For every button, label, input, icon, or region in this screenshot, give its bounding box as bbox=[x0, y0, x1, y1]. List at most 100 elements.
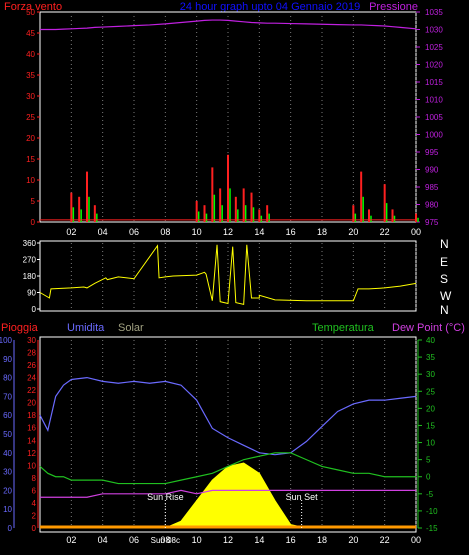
rain-tick-label: 8 bbox=[32, 474, 37, 483]
x-tick-label: 18 bbox=[317, 227, 327, 237]
rain-tick-label: 4 bbox=[32, 499, 37, 508]
legend-solar: Solar bbox=[118, 322, 144, 334]
y2-tick-label: 1005 bbox=[425, 113, 443, 122]
rain-tick-label: 14 bbox=[27, 436, 36, 445]
humidity-tick-label: 50 bbox=[3, 430, 12, 439]
temp-tick-label: 15 bbox=[426, 421, 435, 430]
y2-tick-label: 1025 bbox=[425, 43, 443, 52]
y-tick-label: 270 bbox=[23, 256, 37, 265]
x-tick-label: 22 bbox=[380, 227, 390, 237]
rain-tick-label: 2 bbox=[32, 511, 37, 520]
direction-panel: 090180270360 NESWN bbox=[23, 237, 452, 317]
x-tick-label: 00 bbox=[411, 535, 421, 545]
compass-label: N bbox=[440, 303, 449, 317]
x-tick-label: 04 bbox=[98, 535, 108, 545]
y-tick-label: 360 bbox=[23, 239, 37, 248]
sun-rise-label: Sun Rise bbox=[147, 492, 184, 502]
compass-label: W bbox=[440, 289, 452, 303]
temp-tick-label: -5 bbox=[426, 490, 434, 499]
y-tick-label: 35 bbox=[26, 71, 35, 80]
humidity-tick-label: 60 bbox=[3, 411, 12, 420]
y2-tick-label: 975 bbox=[425, 218, 439, 227]
temp-tick-label: 35 bbox=[426, 353, 435, 362]
x-tick-label: 10 bbox=[192, 227, 202, 237]
y2-tick-label: 1035 bbox=[425, 8, 443, 17]
y-tick-label: 25 bbox=[26, 113, 35, 122]
x-tick-label: 06 bbox=[129, 535, 139, 545]
temp-tick-label: 25 bbox=[426, 387, 435, 396]
humidity-tick-label: 10 bbox=[3, 505, 12, 514]
rain-tick-label: 16 bbox=[27, 424, 36, 433]
temp-tick-label: 30 bbox=[426, 370, 435, 379]
x-tick-label: 00 bbox=[411, 227, 421, 237]
x-tick-label: 10 bbox=[192, 535, 202, 545]
x-tick-label: 18 bbox=[317, 535, 327, 545]
x-tick-label: 08 bbox=[160, 227, 170, 237]
temp-tick-label: -15 bbox=[426, 524, 438, 533]
y-tick-label: 10 bbox=[26, 176, 35, 185]
humidity-tick-label: 80 bbox=[3, 374, 12, 383]
rain-tick-label: 20 bbox=[27, 399, 36, 408]
rain-tick-label: 22 bbox=[27, 386, 36, 395]
x-tick-label: 16 bbox=[286, 535, 296, 545]
bottom-panel: 02 04 06 08 10 12 14 16 18 20 22 000102030405060708… bbox=[0, 336, 438, 545]
rain-tick-label: 0 bbox=[32, 524, 37, 533]
compass-label: S bbox=[440, 272, 448, 286]
x-tick-label: 12 bbox=[223, 227, 233, 237]
y2-tick-label: 1000 bbox=[425, 131, 443, 140]
rain-tick-label: 24 bbox=[27, 374, 36, 383]
rain-tick-label: 12 bbox=[27, 449, 36, 458]
legend-humidity: Umidita bbox=[67, 322, 105, 334]
sun-rise-time-label: Sun 08c bbox=[151, 536, 180, 545]
y-tick-label: 15 bbox=[26, 155, 35, 164]
humidity-tick-label: 0 bbox=[8, 524, 13, 533]
y-tick-label: 20 bbox=[26, 134, 35, 143]
y2-tick-label: 1010 bbox=[425, 96, 443, 105]
humidity-tick-label: 90 bbox=[3, 355, 12, 364]
x-tick-label: 02 bbox=[66, 535, 76, 545]
x-tick-label: 14 bbox=[254, 535, 264, 545]
humidity-tick-label: 100 bbox=[0, 336, 13, 345]
y2-tick-label: 980 bbox=[425, 201, 439, 210]
pressure-axis-label: Pressione bbox=[369, 1, 418, 13]
y-tick-label: 90 bbox=[27, 289, 36, 298]
y-tick-label: 0 bbox=[31, 218, 36, 227]
humidity-tick-label: 30 bbox=[3, 468, 12, 477]
y-tick-label: 30 bbox=[26, 92, 35, 101]
humidity-tick-label: 40 bbox=[3, 449, 12, 458]
y-tick-label: 50 bbox=[26, 8, 35, 17]
y-tick-label: 180 bbox=[23, 272, 37, 281]
x-tick-label: 20 bbox=[348, 535, 358, 545]
x-tick-label: 12 bbox=[223, 535, 233, 545]
rain-tick-label: 10 bbox=[27, 461, 36, 470]
rain-tick-label: 28 bbox=[27, 349, 36, 358]
compass-label: N bbox=[440, 237, 449, 251]
y-tick-label: 5 bbox=[31, 197, 36, 206]
wind-panel: 02 04 06 08 10 12 14 16 18 20 22 000510152025303540… bbox=[26, 8, 443, 237]
legend-temperature: Temperatura bbox=[312, 322, 375, 334]
temp-tick-label: -10 bbox=[426, 507, 438, 516]
temp-tick-label: 5 bbox=[426, 456, 431, 465]
y-tick-label: 40 bbox=[26, 50, 35, 59]
weather-chart: Forza vento 24 hour graph upto 04 Gennai… bbox=[0, 1, 465, 545]
x-tick-label: 16 bbox=[286, 227, 296, 237]
y2-tick-label: 985 bbox=[425, 183, 439, 192]
y2-tick-label: 995 bbox=[425, 148, 439, 157]
y2-tick-label: 1015 bbox=[425, 78, 443, 87]
y2-tick-label: 1030 bbox=[425, 26, 443, 35]
temp-tick-label: 10 bbox=[426, 439, 435, 448]
compass-label: E bbox=[440, 255, 448, 269]
y-tick-label: 45 bbox=[26, 29, 35, 38]
x-tick-label: 20 bbox=[348, 227, 358, 237]
y2-tick-label: 1020 bbox=[425, 61, 443, 70]
rain-tick-label: 30 bbox=[27, 336, 36, 345]
y2-tick-label: 990 bbox=[425, 166, 439, 175]
x-tick-label: 02 bbox=[66, 227, 76, 237]
humidity-tick-label: 70 bbox=[3, 392, 12, 401]
x-tick-label: 06 bbox=[129, 227, 139, 237]
x-tick-label: 22 bbox=[380, 535, 390, 545]
temp-tick-label: 40 bbox=[426, 336, 435, 345]
rain-tick-label: 6 bbox=[32, 486, 37, 495]
legend-rain: Pioggia bbox=[1, 322, 39, 334]
x-tick-label: 04 bbox=[98, 227, 108, 237]
